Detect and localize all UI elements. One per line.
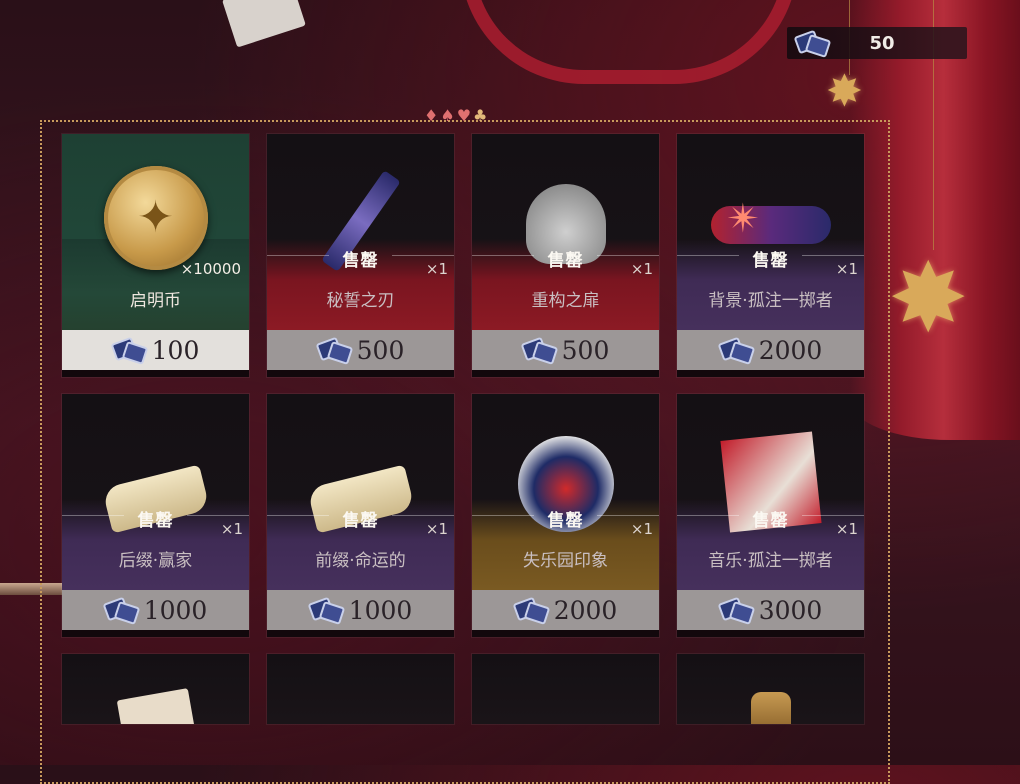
card-base bbox=[62, 630, 249, 637]
shop-item-card[interactable]: 售罄 ×1 音乐·孤注一掷者 3000 bbox=[677, 394, 864, 637]
shop-item-card[interactable]: 售罄 ×1 失乐园印象 2000 bbox=[472, 394, 659, 637]
item-name: 启明币 bbox=[130, 291, 181, 311]
shop-item-card[interactable]: 售罄 ×1 背景·孤注一掷者 2000 bbox=[677, 134, 864, 377]
shop-item-card[interactable] bbox=[472, 654, 659, 724]
item-name: 后缀·赢家 bbox=[118, 551, 193, 571]
item-quantity: ×1 bbox=[425, 520, 448, 538]
star-ornament-large: ✸ bbox=[888, 242, 969, 354]
curtain-drape-decoration bbox=[460, 0, 798, 84]
price-value: 2000 bbox=[553, 595, 618, 625]
currency-amount: 50 bbox=[869, 32, 895, 54]
banner-icon bbox=[710, 196, 831, 244]
item-quantity: ×1 bbox=[835, 260, 858, 278]
item-name: 前缀·命运的 bbox=[315, 551, 406, 571]
ticket-icon bbox=[317, 338, 351, 362]
price-value: 2000 bbox=[758, 335, 823, 365]
ticket-icon bbox=[719, 338, 753, 362]
shop-item-card[interactable]: 售罄 ×1 重构之扉 500 bbox=[472, 134, 659, 377]
letter-icon bbox=[116, 688, 195, 724]
price-value: 1000 bbox=[348, 595, 413, 625]
card-base bbox=[677, 370, 864, 377]
shop-item-card[interactable] bbox=[677, 654, 864, 724]
price-value: 100 bbox=[151, 335, 200, 365]
card-base bbox=[677, 630, 864, 637]
item-quantity: ×1 bbox=[630, 260, 653, 278]
card-base bbox=[62, 370, 249, 377]
item-quantity: ×1 bbox=[425, 260, 448, 278]
shop-grid: ×10000 启明币 100 售罄 ×1 秘誓之刃 500 售罄 ×1 重构之扉… bbox=[62, 134, 864, 637]
shop-item-card[interactable]: 售罄 ×1 后缀·赢家 1000 bbox=[62, 394, 249, 637]
shop-item-card[interactable]: ×10000 启明币 100 bbox=[62, 134, 249, 377]
item-name: 背景·孤注一掷者 bbox=[708, 291, 833, 311]
ticket-icon bbox=[514, 598, 548, 622]
club-icon: ♣ bbox=[473, 106, 490, 125]
heart-icon: ♥ bbox=[456, 106, 474, 125]
price-button[interactable]: 500 bbox=[472, 330, 659, 370]
teapot-icon bbox=[750, 692, 791, 724]
ticket-icon bbox=[112, 338, 146, 362]
price-button[interactable]: 1000 bbox=[62, 590, 249, 630]
price-value: 1000 bbox=[143, 595, 208, 625]
price-button[interactable]: 3000 bbox=[677, 590, 864, 630]
item-quantity: ×1 bbox=[630, 520, 653, 538]
shop-item-card[interactable] bbox=[62, 654, 249, 724]
price-button[interactable]: 2000 bbox=[677, 330, 864, 370]
price-button[interactable]: 1000 bbox=[267, 590, 454, 630]
ticket-icon bbox=[719, 598, 753, 622]
item-quantity: ×10000 bbox=[180, 260, 241, 278]
item-name: 失乐园印象 bbox=[523, 551, 608, 571]
card-base bbox=[267, 370, 454, 377]
item-name: 秘誓之刃 bbox=[326, 291, 395, 311]
price-value: 500 bbox=[561, 335, 610, 365]
price-value: 3000 bbox=[758, 595, 823, 625]
ticket-icon bbox=[795, 31, 829, 55]
ticket-icon bbox=[104, 598, 138, 622]
ticket-icon bbox=[309, 598, 343, 622]
star-ornament-small: ✸ bbox=[826, 66, 863, 117]
price-value: 500 bbox=[356, 335, 405, 365]
shop-item-card[interactable] bbox=[267, 654, 454, 724]
item-name: 重构之扉 bbox=[531, 291, 600, 311]
card-base bbox=[472, 630, 659, 637]
card-suits-decoration: ♦♠♥♣ bbox=[424, 106, 489, 125]
shop-item-card[interactable]: 售罄 ×1 秘誓之刃 500 bbox=[267, 134, 454, 377]
envelope-decoration bbox=[222, 0, 306, 48]
currency-counter[interactable]: 50 bbox=[787, 27, 967, 59]
diamond-icon: ♦ bbox=[424, 106, 441, 125]
shop-grid-row-3 bbox=[62, 654, 864, 724]
ticket-icon bbox=[522, 338, 556, 362]
item-quantity: ×1 bbox=[835, 520, 858, 538]
price-button[interactable]: 2000 bbox=[472, 590, 659, 630]
shop-item-card[interactable]: 售罄 ×1 前缀·命运的 1000 bbox=[267, 394, 454, 637]
card-base bbox=[472, 370, 659, 377]
price-button[interactable]: 500 bbox=[267, 330, 454, 370]
card-base bbox=[267, 630, 454, 637]
item-name: 音乐·孤注一掷者 bbox=[708, 551, 833, 571]
price-button[interactable]: 100 bbox=[62, 330, 249, 370]
item-quantity: ×1 bbox=[220, 520, 243, 538]
spade-icon: ♠ bbox=[440, 106, 457, 125]
gold-coin-icon bbox=[103, 166, 208, 270]
